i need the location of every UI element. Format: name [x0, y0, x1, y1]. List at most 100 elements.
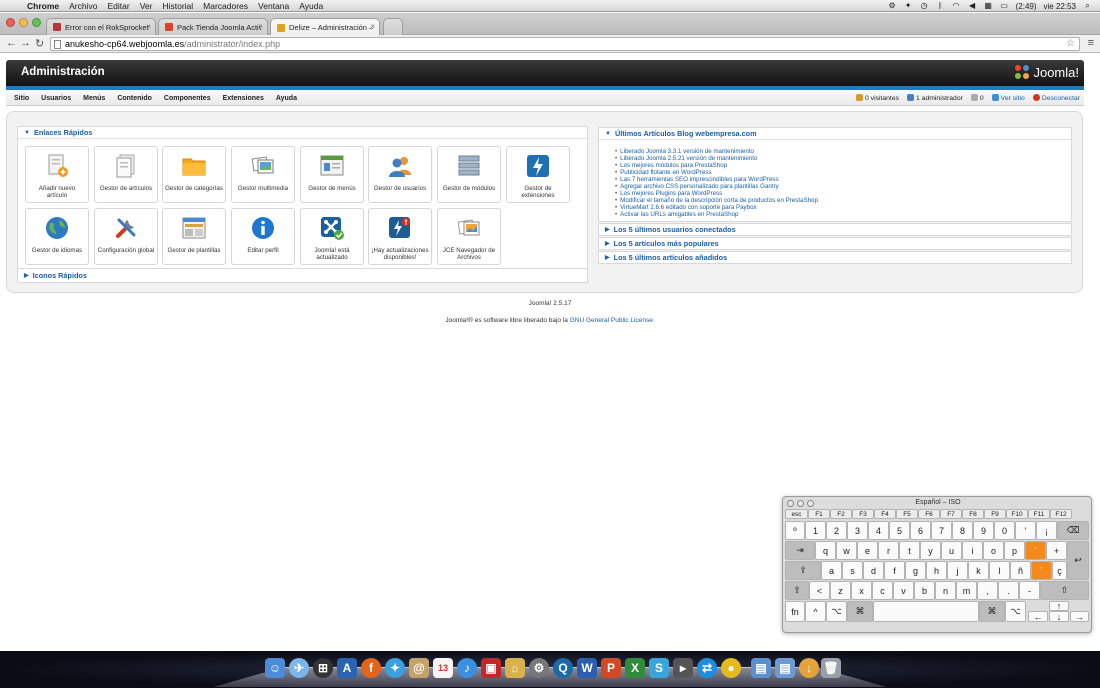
- key-less-than[interactable]: <: [809, 581, 830, 600]
- quicktime-icon[interactable]: Q: [553, 658, 573, 678]
- applications-folder-icon[interactable]: ▤: [751, 658, 771, 678]
- trash-icon[interactable]: 🗑: [821, 658, 841, 678]
- browser-tab-1[interactable]: Error con el RokSprocket ×: [46, 18, 156, 35]
- spotlight-icon[interactable]: ⌕: [1083, 2, 1092, 10]
- key-u[interactable]: u: [941, 541, 962, 560]
- nav-ayuda[interactable]: Ayuda: [272, 95, 301, 102]
- key-f6[interactable]: F6: [918, 509, 940, 519]
- blog-link[interactable]: Los mejores módulos para PrestaShop: [615, 162, 1071, 169]
- key-t[interactable]: t: [899, 541, 920, 560]
- key-p[interactable]: p: [1004, 541, 1025, 560]
- key-arrow-down[interactable]: ↓: [1049, 611, 1069, 622]
- key-tab[interactable]: ⇥: [785, 541, 815, 560]
- blog-link[interactable]: Las 7 herramientas SEO imprescindibles p…: [615, 176, 1071, 183]
- blog-link[interactable]: VirtueMart 2.6.6 editado con soporte par…: [615, 204, 1071, 211]
- key-k[interactable]: k: [968, 561, 989, 580]
- section-last-users[interactable]: ▶ Los 5 últimos usuarios conectados: [598, 223, 1072, 236]
- quick-global-config[interactable]: Configuración global: [94, 208, 158, 265]
- key-1[interactable]: 1: [805, 521, 826, 540]
- quick-updates-available[interactable]: ¡Hay actualizaciones disponibles!: [368, 208, 432, 265]
- battery-icon[interactable]: ▭: [1000, 2, 1009, 10]
- key-h[interactable]: h: [926, 561, 947, 580]
- chrome-icon[interactable]: ●: [721, 658, 741, 678]
- key-apostrophe[interactable]: ': [1015, 521, 1036, 540]
- menu-archivo[interactable]: Archivo: [64, 1, 102, 11]
- nav-usuarios[interactable]: Usuarios: [37, 95, 75, 102]
- key-delete[interactable]: ⌫: [1057, 521, 1089, 540]
- key-esc[interactable]: esc: [785, 509, 808, 519]
- browser-tab-3[interactable]: Delize – Administración – ×: [270, 18, 380, 36]
- key-shift-right[interactable]: ⇧: [1040, 581, 1089, 600]
- key-j[interactable]: j: [947, 561, 968, 580]
- window-zoom-button[interactable]: [32, 18, 41, 27]
- iphoto-icon[interactable]: ☼: [505, 658, 525, 678]
- documents-folder-icon[interactable]: ▤: [775, 658, 795, 678]
- key-shift-left[interactable]: ⇧: [785, 581, 809, 600]
- skype-icon[interactable]: S: [649, 658, 669, 678]
- quick-language-manager[interactable]: Gestor de idiomas: [25, 208, 89, 265]
- key-f1[interactable]: F1: [808, 509, 830, 519]
- quickicons-header[interactable]: ▶ Iconos Rápidos: [17, 269, 588, 283]
- quick-menu-manager[interactable]: Gestor de menús: [300, 146, 364, 203]
- menu-ventana[interactable]: Ventana: [253, 1, 294, 11]
- address-bar[interactable]: anukesho-cp64.webjoomla.es/administrator…: [50, 37, 1080, 51]
- key-space[interactable]: [873, 601, 979, 622]
- quick-article-manager[interactable]: Gestor de artículos: [94, 146, 158, 203]
- quick-category-manager[interactable]: Gestor de categorías: [162, 146, 226, 203]
- menu-ver[interactable]: Ver: [135, 1, 158, 11]
- section-popular-articles[interactable]: ▶ Los 5 artículos más populares: [598, 237, 1072, 250]
- key-command-right[interactable]: ⌘: [979, 601, 1005, 622]
- bookmark-star-icon[interactable]: ☆: [1066, 38, 1075, 50]
- key-acute[interactable]: ´: [1031, 561, 1052, 580]
- key-exclamation-inverted[interactable]: ¡: [1036, 521, 1057, 540]
- blog-link[interactable]: Modificar el tamaño de la descripción co…: [615, 197, 1071, 204]
- teamviewer-icon[interactable]: ⇄: [697, 658, 717, 678]
- blog-link[interactable]: Los mejores Plugins para WordPress: [615, 190, 1071, 197]
- quicklinks-header[interactable]: ▼ Enlaces Rápidos: [18, 127, 587, 139]
- key-y[interactable]: y: [920, 541, 941, 560]
- key-z[interactable]: z: [830, 581, 851, 600]
- launchpad-icon[interactable]: ✈: [289, 658, 309, 678]
- nav-extensiones[interactable]: Extensiones: [219, 95, 268, 102]
- key-r[interactable]: r: [878, 541, 899, 560]
- quick-template-manager[interactable]: Gestor de plantillas: [162, 208, 226, 265]
- key-caps-lock[interactable]: ⇪: [785, 561, 821, 580]
- key-plus[interactable]: +: [1046, 541, 1067, 560]
- key-fn[interactable]: fn: [785, 601, 805, 622]
- blog-header[interactable]: ▼ Últimos Artículos Blog webempresa.com: [599, 128, 1071, 140]
- downloads-icon[interactable]: ↓: [799, 658, 819, 678]
- key-w[interactable]: w: [836, 541, 857, 560]
- keyboard-viewer-icon[interactable]: ▦: [984, 2, 993, 10]
- terminal-icon[interactable]: ▸: [673, 658, 693, 678]
- key-f2[interactable]: F2: [830, 509, 852, 519]
- bluetooth-status-icon[interactable]: ✦: [904, 2, 913, 10]
- key-f10[interactable]: F10: [1006, 509, 1028, 519]
- view-site-link[interactable]: Ver sitio: [991, 94, 1025, 102]
- blog-link[interactable]: Liberado Joomla 2.5.21 versión de manten…: [615, 155, 1071, 162]
- nav-componentes[interactable]: Componentes: [160, 95, 215, 102]
- firefox-icon[interactable]: f: [361, 658, 381, 678]
- chrome-menu-icon[interactable]: ≡: [1088, 37, 1094, 49]
- powerpoint-icon[interactable]: P: [601, 658, 621, 678]
- quick-module-manager[interactable]: Gestor de módulos: [437, 146, 501, 203]
- tab-close-icon[interactable]: ×: [258, 22, 263, 31]
- status-extra-icon[interactable]: ⚙: [888, 2, 897, 10]
- key-arrow-up[interactable]: ↑: [1049, 601, 1069, 611]
- menu-marcadores[interactable]: Marcadores: [198, 1, 253, 11]
- key-x[interactable]: x: [851, 581, 872, 600]
- quick-add-article[interactable]: Añadir nuevo artículo: [25, 146, 89, 203]
- key-8[interactable]: 8: [952, 521, 973, 540]
- safari-icon[interactable]: ✦: [385, 658, 405, 678]
- new-tab-button[interactable]: [383, 18, 403, 35]
- key-f[interactable]: f: [884, 561, 905, 580]
- key-q[interactable]: q: [815, 541, 836, 560]
- license-link[interactable]: GNU General Public License.: [570, 317, 655, 324]
- tab-close-icon[interactable]: ×: [370, 22, 375, 31]
- messages-status[interactable]: 0: [970, 94, 984, 102]
- blog-link[interactable]: Liberado Joomla 3.3.1 versión de manteni…: [615, 148, 1071, 155]
- key-f11[interactable]: F11: [1028, 509, 1050, 519]
- nav-menus[interactable]: Menús: [79, 95, 109, 102]
- menu-historial[interactable]: Historial: [157, 1, 198, 11]
- menu-app-chrome[interactable]: Chrome: [22, 1, 64, 11]
- forward-icon[interactable]: →: [20, 37, 31, 49]
